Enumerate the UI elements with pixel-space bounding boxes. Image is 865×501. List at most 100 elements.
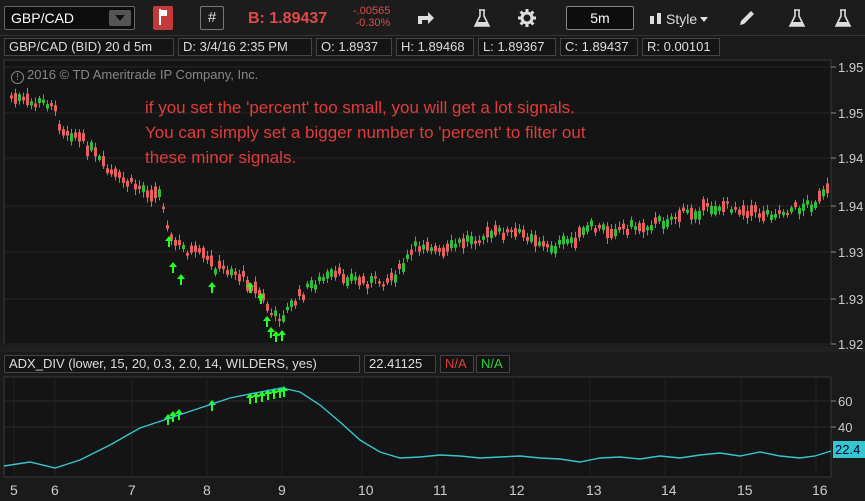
study-tick-label: 60 xyxy=(838,394,852,409)
candle-body xyxy=(94,147,97,157)
candle-body xyxy=(722,201,725,213)
candle-body xyxy=(358,277,361,286)
candle-body xyxy=(166,225,169,229)
candle-body xyxy=(130,177,133,182)
candle-body xyxy=(334,270,337,278)
candle-body xyxy=(294,300,297,306)
candle-body xyxy=(62,129,65,136)
candle-body xyxy=(626,228,629,236)
price-tick-label: 1.95 xyxy=(838,106,863,121)
candle-body xyxy=(382,284,385,287)
candle-body xyxy=(234,271,237,275)
candle-body xyxy=(194,245,197,252)
price-tick-label: 1.93 xyxy=(838,245,863,260)
x-tick-label: 16 xyxy=(812,482,828,498)
study-na-1: N/A xyxy=(440,355,474,373)
candle-body xyxy=(198,248,201,253)
study-na-2: N/A xyxy=(476,355,510,373)
candle-body xyxy=(270,313,273,316)
candle-body xyxy=(546,244,549,248)
candle-body xyxy=(78,132,81,142)
candle-body xyxy=(254,281,257,294)
candle-body xyxy=(690,207,693,220)
candle-body xyxy=(210,255,213,267)
candle-body xyxy=(678,210,681,222)
candle-body xyxy=(342,274,345,284)
candle-body xyxy=(438,248,441,252)
candle-body xyxy=(54,105,57,112)
candle-body xyxy=(266,303,269,311)
candle-body xyxy=(510,230,513,233)
candle-body xyxy=(138,185,141,190)
candle-body xyxy=(826,183,829,194)
candle-body xyxy=(610,228,613,239)
annotation-text: if you set the 'percent' too small, you … xyxy=(145,95,586,170)
candle-body xyxy=(10,95,13,99)
candle-body xyxy=(606,226,609,239)
candle-body xyxy=(486,226,489,238)
candle-body xyxy=(118,171,121,178)
candle-body xyxy=(778,210,781,214)
candle-body xyxy=(14,93,17,104)
x-tick-label: 12 xyxy=(509,482,525,498)
annotation-line: You can simply set a bigger number to 'p… xyxy=(145,123,586,142)
candle-body xyxy=(178,240,181,246)
annotation-line: if you set the 'percent' too small, you … xyxy=(145,98,575,117)
candle-body xyxy=(202,247,205,259)
candle-body xyxy=(110,169,113,175)
candle-body xyxy=(706,202,709,207)
candle-body xyxy=(82,133,85,141)
candle-body xyxy=(754,205,757,213)
candle-body xyxy=(174,239,177,246)
candle-body xyxy=(818,190,821,202)
candle-body xyxy=(66,130,69,136)
candle-body xyxy=(502,232,505,240)
candle-body xyxy=(206,255,209,261)
candle-body xyxy=(278,318,281,321)
candle-body xyxy=(146,190,149,198)
candle-body xyxy=(594,228,597,233)
candle-body xyxy=(526,237,529,241)
candle-body xyxy=(418,246,421,252)
candle-body xyxy=(58,124,61,131)
candle-body xyxy=(338,267,341,274)
candle-body xyxy=(494,225,497,236)
current-value-label: 22.4 xyxy=(835,442,860,457)
candle-body xyxy=(574,237,577,248)
price-tick-label: 1.95 xyxy=(838,60,863,75)
candle-body xyxy=(154,186,157,199)
x-tick-label: 8 xyxy=(203,482,211,498)
candle-body xyxy=(734,207,737,210)
candle-body xyxy=(542,241,545,247)
price-tick-label: 1.94 xyxy=(838,151,863,166)
candle-body xyxy=(726,201,729,204)
candle-body xyxy=(758,213,761,218)
candle-body xyxy=(762,211,765,221)
candle-body xyxy=(522,229,525,238)
candle-body xyxy=(114,168,117,177)
pane-splitter[interactable] xyxy=(0,346,865,352)
candle-body xyxy=(794,202,797,208)
candle-body xyxy=(474,240,477,244)
x-tick-label: 10 xyxy=(358,482,374,498)
candle-body xyxy=(218,260,221,269)
study-title[interactable]: ADX_DIV (lower, 15, 20, 0.3, 2.0, 14, WI… xyxy=(4,355,360,373)
candle-body xyxy=(86,145,89,157)
x-tick-label: 9 xyxy=(278,482,286,498)
candle-body xyxy=(186,252,189,256)
candle-body xyxy=(742,205,745,216)
candle-body xyxy=(442,247,445,257)
candle-body xyxy=(514,228,517,237)
copyright-text: 2016 © TD Ameritrade IP Company, Inc. xyxy=(27,67,259,82)
candle-body xyxy=(34,103,37,108)
x-tick-label: 6 xyxy=(51,482,59,498)
x-tick-label: 11 xyxy=(433,482,448,498)
candle-body xyxy=(74,132,77,138)
candle-body xyxy=(150,189,153,202)
candle-body xyxy=(242,270,245,277)
candle-body xyxy=(750,205,753,216)
info-icon: ! xyxy=(11,71,24,84)
candle-body xyxy=(302,294,305,301)
candle-body xyxy=(598,224,601,229)
candle-body xyxy=(374,276,377,279)
